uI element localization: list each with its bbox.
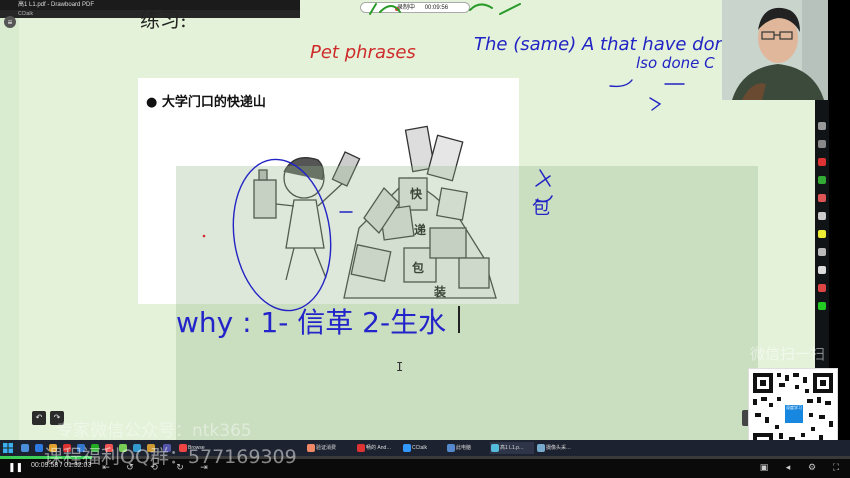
- left-rail: [0, 10, 19, 440]
- taskbar-item-this-pc[interactable]: 此电脑: [446, 442, 486, 454]
- text-caret: [458, 306, 460, 333]
- screenshot-icon[interactable]: ▣: [758, 461, 770, 473]
- settings-icon[interactable]: ⚙: [806, 461, 818, 473]
- recording-indicator: 录制中 00:09:56: [360, 2, 470, 13]
- taskbar-label: 摄像头采…: [546, 445, 572, 451]
- webcam-feed: [722, 0, 828, 100]
- taskbar-label: 此电脑: [456, 445, 472, 451]
- recording-label: 录制中: [397, 5, 416, 11]
- shape-tool-icon[interactable]: [818, 248, 826, 256]
- stamp-icon[interactable]: [818, 302, 826, 310]
- presenter-image: [722, 0, 828, 100]
- slide-heading: 练习:: [140, 8, 187, 32]
- menu-icon[interactable]: ≡: [4, 16, 16, 28]
- taskbar-label: 高1 L1.p…: [500, 445, 524, 451]
- taskbar-item-verify[interactable]: 验证消费: [306, 442, 354, 454]
- taskbar-label: CCtalk: [412, 445, 428, 451]
- pause-icon[interactable]: ❚❚: [8, 461, 23, 473]
- taskbar-label: 畅的 And…: [366, 445, 392, 451]
- highlighter-icon[interactable]: [818, 230, 826, 238]
- taskbar-item-android[interactable]: 畅的 And…: [356, 442, 400, 454]
- pointer-tool-icon[interactable]: [818, 122, 826, 130]
- pen-icon[interactable]: [818, 194, 826, 202]
- qr-logo: 深度学习: [785, 405, 803, 423]
- recording-time: 00:09:56: [424, 5, 449, 11]
- undo-icon[interactable]: ↶: [32, 411, 46, 425]
- watermark-qq: 课程福利QQ群：577169309: [44, 446, 297, 468]
- select-tool-icon[interactable]: [818, 140, 826, 148]
- typed-text[interactable]: why : 1- 信革 2-生水: [176, 301, 446, 341]
- taskbar-item-pdf[interactable]: 高1 L1.p…: [490, 442, 534, 454]
- screen: 高1 L1.pdf - Drawboard PDF CCtalk ≡ 录制中 0…: [0, 0, 850, 478]
- ibeam-cursor-icon: I: [396, 360, 404, 374]
- watermark-wechat: 专家微信公众号：ntk365: [56, 421, 252, 441]
- watermark-scan: 微信扫一扫: [750, 345, 826, 363]
- red-pen-icon[interactable]: [818, 158, 826, 166]
- taskbar-item-cctalk[interactable]: CCtalk: [402, 442, 446, 454]
- windows-start-icon[interactable]: [3, 443, 13, 453]
- taskbar-pin-1[interactable]: [20, 442, 30, 454]
- record-dot-icon: [395, 6, 399, 11]
- ruler-icon[interactable]: [818, 284, 826, 292]
- volume-icon[interactable]: ◂: [782, 461, 794, 473]
- fullscreen-icon[interactable]: ⛶: [830, 461, 842, 473]
- taskbar-item-camera[interactable]: 摄像头采…: [536, 442, 580, 454]
- green-pen-icon[interactable]: [818, 176, 826, 184]
- taskbar-pin-2[interactable]: [34, 442, 44, 454]
- eraser-icon[interactable]: [818, 212, 826, 220]
- taskbar-label: 验证消费: [316, 445, 337, 451]
- text-tool-icon[interactable]: [818, 266, 826, 274]
